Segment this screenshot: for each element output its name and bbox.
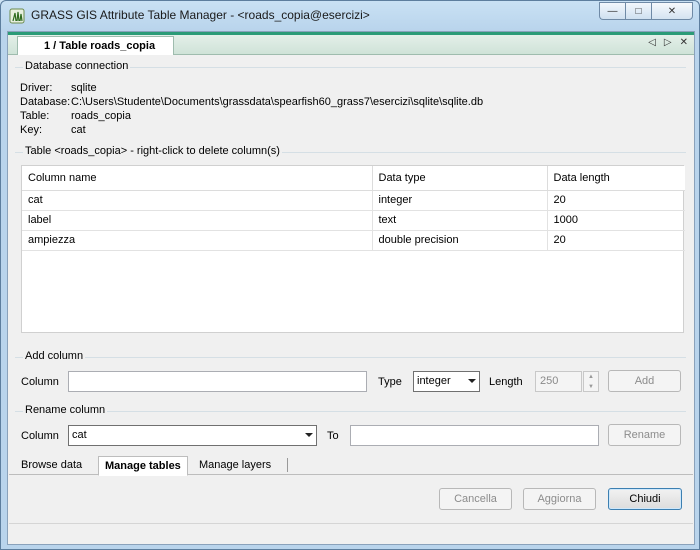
rename-to-input[interactable] bbox=[350, 425, 599, 446]
title-bar[interactable]: GRASS GIS Attribute Table Manager - <roa… bbox=[1, 1, 699, 31]
rename-to-label: To bbox=[327, 430, 339, 442]
database-label: Database: bbox=[20, 96, 71, 108]
tab-separator bbox=[287, 458, 288, 472]
rename-column-column-label: Column bbox=[21, 430, 59, 442]
driver-value: sqlite bbox=[71, 82, 97, 94]
close-window-button[interactable]: ✕ bbox=[651, 2, 693, 20]
rename-column-select[interactable]: cat bbox=[68, 425, 317, 446]
header-column-name[interactable]: Column name bbox=[22, 166, 373, 191]
tab-accent-bar bbox=[8, 32, 694, 35]
cell-data-type: integer bbox=[372, 190, 548, 211]
cell-data-length: 20 bbox=[547, 230, 685, 251]
table-row[interactable]: cat integer 20 bbox=[22, 190, 685, 211]
db-connection-group: Database connection bbox=[15, 60, 686, 72]
add-column-length-input[interactable]: 250 bbox=[535, 371, 582, 392]
cell-column-name: label bbox=[22, 210, 373, 231]
apply-button[interactable]: Aggiorna bbox=[523, 488, 596, 510]
tab-next-icon[interactable]: ▷ bbox=[664, 37, 672, 48]
add-column-type-select[interactable]: integer bbox=[413, 371, 480, 392]
cell-data-length: 20 bbox=[547, 190, 685, 211]
cell-data-length: 1000 bbox=[547, 210, 685, 231]
cancel-button[interactable]: Cancella bbox=[439, 488, 512, 510]
add-column-button[interactable]: Add bbox=[608, 370, 681, 392]
table-label: Table: bbox=[20, 110, 50, 122]
tab-browse-data[interactable]: Browse data bbox=[15, 456, 88, 475]
add-column-name-input[interactable] bbox=[68, 371, 367, 392]
grass-app-icon bbox=[9, 8, 25, 24]
key-label: Key: bbox=[20, 124, 43, 136]
spin-up-icon[interactable]: ▲ bbox=[584, 372, 598, 382]
table-group-label: Table <roads_copia> - right-click to del… bbox=[23, 145, 282, 157]
tab-close-icon[interactable]: ✕ bbox=[680, 37, 688, 48]
table-value: roads_copia bbox=[71, 110, 131, 122]
manage-tables-panel: Database connection Driver: sqlite Datab… bbox=[9, 55, 693, 453]
table-row[interactable]: ampiezza double precision 20 bbox=[22, 230, 685, 251]
length-spinner[interactable]: ▲ ▼ bbox=[583, 371, 599, 392]
tab-manage-tables[interactable]: Manage tables bbox=[98, 456, 188, 476]
dialog-client: 1 / Table roads_copia ◁ ▷ ✕ Database con… bbox=[7, 31, 695, 545]
cell-data-type: text bbox=[372, 210, 548, 231]
rename-column-button[interactable]: Rename bbox=[608, 424, 681, 446]
tab-prev-icon[interactable]: ◁ bbox=[648, 37, 656, 48]
main-window: GRASS GIS Attribute Table Manager - <roa… bbox=[0, 0, 700, 550]
chevron-down-icon bbox=[468, 379, 476, 383]
close-button[interactable]: Chiudi bbox=[608, 488, 682, 510]
layer-notebook-tabs: 1 / Table roads_copia ◁ ▷ ✕ bbox=[8, 32, 694, 56]
spin-down-icon[interactable]: ▼ bbox=[584, 382, 598, 392]
add-column-type-value: integer bbox=[417, 375, 451, 387]
rename-column-value: cat bbox=[72, 429, 87, 441]
add-column-length-label: Length bbox=[489, 376, 523, 388]
table-group: Table <roads_copia> - right-click to del… bbox=[15, 145, 686, 157]
rename-column-label: Rename column bbox=[23, 404, 108, 416]
manager-tabs: Browse data Manage tables Manage layers bbox=[9, 453, 693, 476]
tab-manage-layers[interactable]: Manage layers bbox=[193, 456, 277, 475]
status-bar bbox=[9, 523, 693, 544]
add-column-column-label: Column bbox=[21, 376, 59, 388]
columns-table[interactable]: Column name Data type Data length cat in… bbox=[21, 165, 685, 333]
tab-table-roads-copia[interactable]: 1 / Table roads_copia bbox=[17, 36, 174, 56]
add-column-type-label: Type bbox=[378, 376, 402, 388]
header-data-length[interactable]: Data length bbox=[547, 166, 685, 191]
header-data-type[interactable]: Data type bbox=[372, 166, 548, 191]
cell-column-name: ampiezza bbox=[22, 230, 373, 251]
key-value: cat bbox=[71, 124, 86, 136]
rename-column-group: Rename column bbox=[15, 404, 686, 416]
maximize-button[interactable]: □ bbox=[625, 2, 651, 20]
add-column-group: Add column bbox=[15, 350, 686, 362]
minimize-button[interactable]: — bbox=[599, 2, 625, 20]
cell-column-name: cat bbox=[22, 190, 373, 211]
chevron-down-icon bbox=[305, 433, 313, 437]
db-connection-label: Database connection bbox=[23, 60, 131, 72]
table-header-row: Column name Data type Data length bbox=[22, 166, 685, 191]
cell-data-type: double precision bbox=[372, 230, 548, 251]
driver-label: Driver: bbox=[20, 82, 53, 94]
database-value: C:\Users\Studente\Documents\grassdata\sp… bbox=[71, 96, 484, 108]
window-title: GRASS GIS Attribute Table Manager - <roa… bbox=[31, 8, 370, 22]
add-column-label: Add column bbox=[23, 350, 86, 362]
table-row[interactable]: label text 1000 bbox=[22, 210, 685, 231]
